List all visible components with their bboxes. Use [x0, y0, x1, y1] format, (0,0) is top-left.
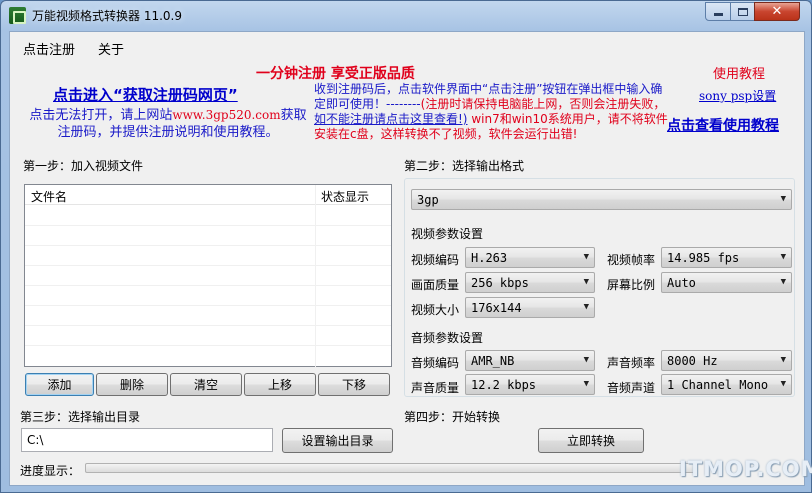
channels-label: 音频声道 [607, 381, 656, 395]
maximize-icon [737, 7, 748, 16]
register-hint-prefix: 点击无法打开，请上网站 [29, 108, 173, 123]
size-label: 视频大小 [411, 303, 460, 317]
delete-button[interactable]: 删除 [96, 373, 168, 396]
set-output-directory-button[interactable]: 设置输出目录 [282, 428, 393, 453]
column-status[interactable]: 状态显示 [321, 188, 369, 205]
start-convert-button[interactable]: 立即转换 [538, 428, 644, 453]
grid-line [25, 345, 391, 346]
sample-rate-label: 声音频率 [607, 356, 656, 370]
app-logo-icon [9, 7, 26, 24]
close-button[interactable]: ✕ [754, 2, 800, 21]
video-codec-label: 视频编码 [411, 253, 460, 267]
psp-settings-link[interactable]: sony psp设置 [699, 87, 776, 104]
app-window: 万能视频格式转换器 11.0.9 ✕ 点击注册 关于 一分钟注册 享受正版品质 … [0, 0, 812, 493]
close-icon: ✕ [771, 4, 783, 19]
file-list-header: 文件名 状态显示 [25, 185, 391, 205]
aspect-label: 屏幕比例 [607, 278, 656, 292]
video-codec-select[interactable]: H.263 ▼ [465, 247, 595, 268]
grid-line [25, 285, 391, 286]
register-info: 收到注册码后，点击软件界面中“点击注册”按钮在弹出框中输入确定即可使用！----… [314, 82, 669, 142]
chevron-down-icon: ▼ [583, 355, 589, 365]
video-codec-value: H.263 [471, 251, 508, 265]
grid-line [25, 265, 391, 266]
channels-select[interactable]: 1 Channel Mono ▼ [661, 374, 792, 395]
frame-rate-label: 视频帧率 [607, 253, 656, 267]
promo-title: 一分钟注册 享受正版品质 [256, 66, 415, 82]
aspect-select[interactable]: Auto ▼ [661, 272, 792, 293]
quality-label: 画面质量 [411, 278, 460, 292]
register-hint: 点击无法打开，请上网站www.3gp520.com获取 注册码，并提供注册说明和… [23, 107, 313, 141]
register-page-link[interactable]: 点击进入“获取注册码网页” [53, 84, 238, 105]
audio-section-title: 音频参数设置 [411, 331, 484, 345]
register-hint-suffix: 获取 [280, 108, 307, 123]
chevron-down-icon: ▼ [780, 355, 786, 365]
progress-label: 进度显示： [20, 464, 81, 478]
minimize-icon [713, 13, 723, 16]
move-down-button[interactable]: 下移 [318, 373, 390, 396]
chevron-down-icon: ▼ [583, 252, 589, 262]
minimize-button[interactable] [705, 2, 731, 21]
register-info-2: (注册时请保持电脑能上网，否则会注册失败， [420, 97, 666, 111]
main-panel: 点击注册 关于 一分钟注册 享受正版品质 点击进入“获取注册码网页” 点击无法打… [9, 31, 812, 486]
menu-bar: 点击注册 关于 [10, 32, 804, 58]
audio-quality-label: 声音质量 [411, 381, 460, 395]
size-select[interactable]: 176x144 ▼ [465, 297, 595, 318]
audio-codec-select[interactable]: AMR_NB ▼ [465, 350, 595, 371]
clear-button[interactable]: 清空 [170, 373, 242, 396]
column-divider [315, 185, 316, 367]
quality-value: 256 kbps [471, 276, 529, 290]
grid-line [25, 225, 391, 226]
chevron-down-icon: ▼ [780, 277, 786, 287]
chevron-down-icon: ▼ [780, 252, 786, 262]
size-value: 176x144 [471, 301, 522, 315]
step3-label: 第三步：选择输出目录 [20, 410, 141, 424]
grid-line [25, 305, 391, 306]
aspect-value: Auto [667, 276, 696, 290]
audio-codec-value: AMR_NB [471, 354, 515, 368]
grid-line [25, 245, 391, 246]
chevron-down-icon: ▼ [780, 379, 786, 389]
audio-quality-value: 12.2 kbps [471, 378, 537, 392]
frame-rate-value: 14.985 fps [667, 251, 740, 265]
video-section-title: 视频参数设置 [411, 227, 484, 241]
grid-line [25, 325, 391, 326]
watermark: ITMOP.COM [679, 457, 812, 481]
sample-rate-select[interactable]: 8000 Hz ▼ [661, 350, 792, 371]
register-hint-site: www.3gp520.com [172, 108, 281, 122]
title-bar[interactable]: 万能视频格式转换器 11.0.9 ✕ [1, 1, 811, 31]
chevron-down-icon: ▼ [583, 379, 589, 389]
move-up-button[interactable]: 上移 [244, 373, 316, 396]
step2-label: 第二步：选择输出格式 [404, 159, 525, 173]
tutorial-title: 使用教程 [713, 67, 766, 82]
output-format-value: 3gp [417, 193, 439, 207]
maximize-button[interactable] [730, 2, 755, 21]
menu-register[interactable]: 点击注册 [23, 39, 75, 58]
channels-value: 1 Channel Mono [667, 378, 769, 392]
audio-quality-select[interactable]: 12.2 kbps ▼ [465, 374, 595, 395]
chevron-down-icon: ▼ [583, 277, 589, 287]
step4-label: 第四步：开始转换 [404, 410, 501, 424]
file-list[interactable]: 文件名 状态显示 [24, 184, 392, 367]
add-button[interactable]: 添加 [25, 373, 94, 396]
step1-label: 第一步：加入视频文件 [23, 159, 144, 173]
sample-rate-value: 8000 Hz [667, 354, 718, 368]
tutorial-link[interactable]: 点击查看使用教程 [667, 115, 779, 135]
quality-select[interactable]: 256 kbps ▼ [465, 272, 595, 293]
chevron-down-icon: ▼ [583, 302, 589, 312]
output-directory-input[interactable]: C:\ [21, 428, 273, 452]
progress-bar [85, 463, 695, 473]
chevron-down-icon: ▼ [780, 194, 786, 204]
frame-rate-select[interactable]: 14.985 fps ▼ [661, 247, 792, 268]
window-title: 万能视频格式转换器 11.0.9 [32, 9, 182, 23]
menu-about[interactable]: 关于 [98, 39, 124, 58]
audio-codec-label: 音频编码 [411, 356, 460, 370]
column-filename[interactable]: 文件名 [31, 188, 67, 205]
output-format-select[interactable]: 3gp ▼ [411, 189, 792, 210]
register-help-link[interactable]: 如不能注册请点击这里查看!) [314, 112, 468, 126]
register-hint-line2: 注册码，并提供注册说明和使用教程。 [57, 125, 279, 140]
